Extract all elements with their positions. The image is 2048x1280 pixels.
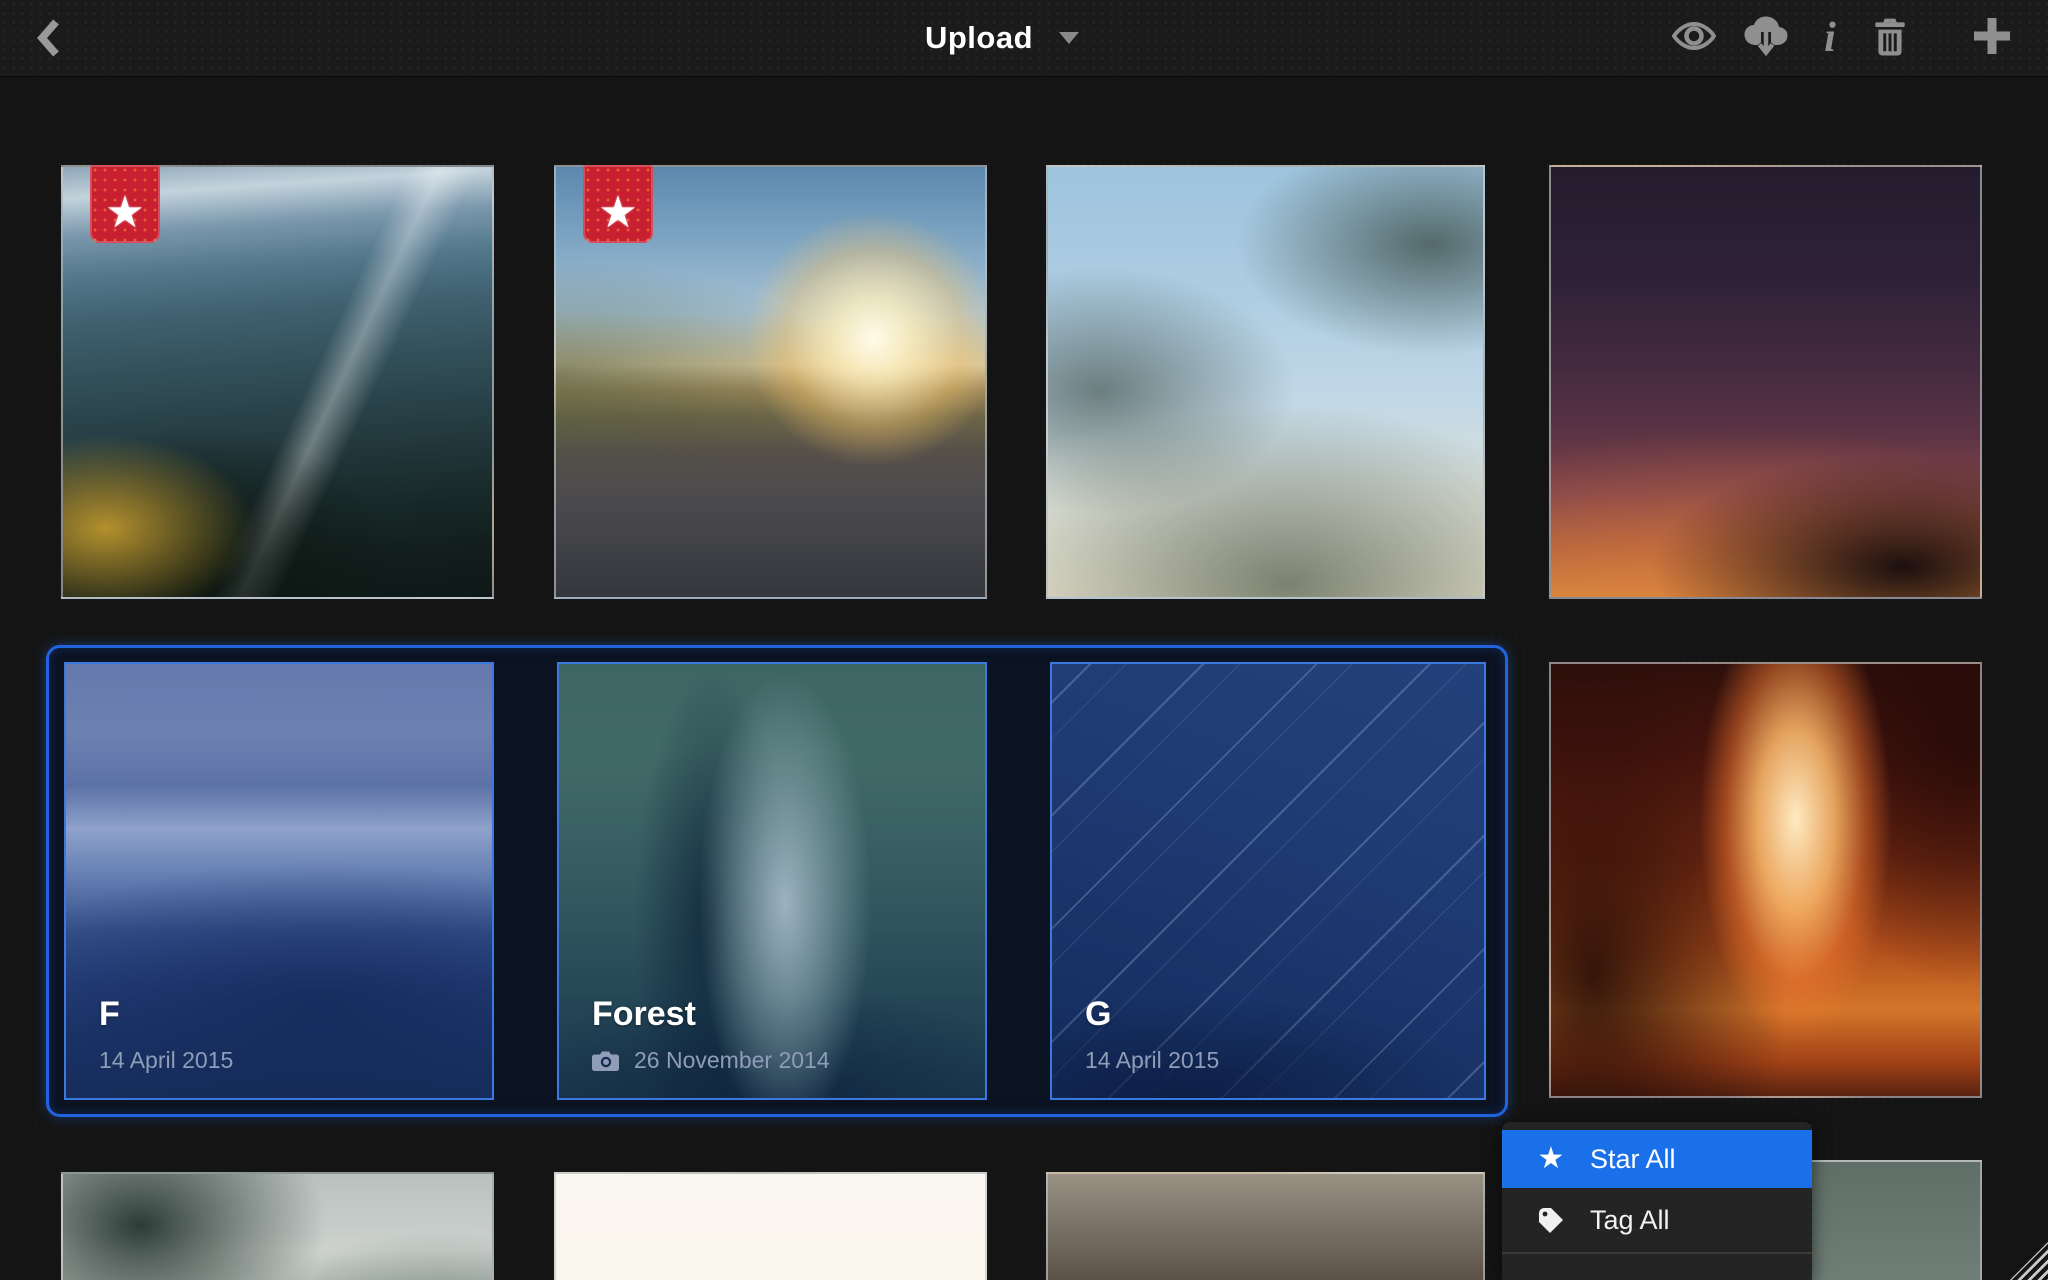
photo-title: G xyxy=(1085,995,1111,1034)
plus-icon xyxy=(1972,16,2012,61)
photo-tile-road-sunset[interactable]: ★ xyxy=(554,165,987,599)
photo-date: 14 April 2015 xyxy=(99,1047,233,1074)
cloud-arrow-down-icon xyxy=(1742,15,1790,62)
tag-icon xyxy=(1536,1206,1566,1234)
photo-date: 26 November 2014 xyxy=(634,1047,830,1074)
page-title: Upload xyxy=(925,20,1033,56)
photo-title: F xyxy=(99,995,120,1034)
trash-icon xyxy=(1872,16,1908,61)
photo-title: Forest xyxy=(592,995,696,1034)
photo-tile-white-fog[interactable] xyxy=(554,1172,987,1280)
selection-tint xyxy=(66,664,492,1098)
photo-tile-mountain[interactable]: ★ xyxy=(61,165,494,599)
preview-button[interactable] xyxy=(1672,21,1716,56)
info-icon: i xyxy=(1824,17,1836,59)
camera-icon xyxy=(592,1050,619,1071)
menu-item-star-all[interactable]: ★ Star All xyxy=(1502,1130,1812,1188)
star-icon: ★ xyxy=(598,191,637,235)
context-menu: ★ Star All Tag All xyxy=(1502,1122,1812,1280)
eye-icon xyxy=(1672,21,1716,56)
collection-title-dropdown[interactable]: Upload xyxy=(925,0,1079,76)
resize-handle-icon[interactable] xyxy=(2010,1242,2048,1280)
toolbar-actions: i xyxy=(1672,0,2012,76)
upload-button[interactable] xyxy=(1742,15,1790,62)
delete-button[interactable] xyxy=(1872,16,1908,61)
photo-tile-forest[interactable]: Forest 26 November 2014 xyxy=(557,662,987,1100)
photo-library-screen: Upload xyxy=(0,0,2048,1280)
selection-tint xyxy=(1052,664,1484,1098)
chevron-left-icon xyxy=(30,45,66,62)
photo-date: 14 April 2015 xyxy=(1085,1047,1219,1074)
menu-item-label: Star All xyxy=(1590,1144,1676,1175)
photo-date-row: 26 November 2014 xyxy=(592,1047,830,1074)
photo-tile-night-sky[interactable] xyxy=(1549,165,1982,599)
star-icon: ★ xyxy=(105,191,144,235)
menu-item-label: Tag All xyxy=(1590,1205,1670,1236)
menu-divider xyxy=(1502,1252,1812,1254)
star-icon: ★ xyxy=(1536,1144,1566,1174)
photo-tile-sunset-clouds[interactable] xyxy=(1046,1172,1485,1280)
back-button[interactable] xyxy=(30,18,66,58)
info-button[interactable]: i xyxy=(1818,17,1842,59)
menu-item-tag-all[interactable]: Tag All xyxy=(1502,1188,1812,1252)
caret-down-icon xyxy=(1059,32,1079,44)
photo-tile-g[interactable]: G 14 April 2015 xyxy=(1050,662,1486,1100)
star-badge: ★ xyxy=(90,165,160,243)
photo-tile-canyon[interactable] xyxy=(1549,662,1982,1098)
top-toolbar: Upload xyxy=(0,0,2048,77)
add-button[interactable] xyxy=(1972,16,2012,61)
photo-tile-palms[interactable] xyxy=(1046,165,1485,599)
star-badge: ★ xyxy=(583,165,653,243)
photo-tile-f[interactable]: F 14 April 2015 xyxy=(64,662,494,1100)
photo-tile-fog-forest[interactable] xyxy=(61,1172,494,1280)
